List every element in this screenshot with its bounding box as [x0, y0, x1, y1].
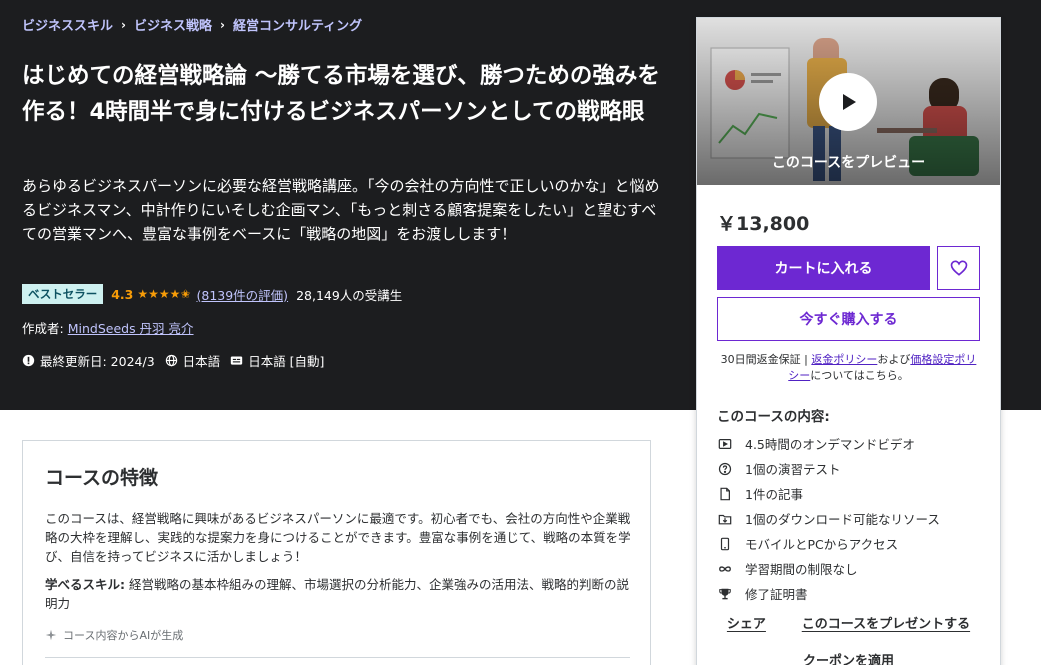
breadcrumb-item-management-consulting[interactable]: 経営コンサルティング — [233, 15, 362, 34]
globe-icon — [165, 354, 177, 367]
infinity-icon — [717, 561, 733, 577]
students-count: 28,149人の受講生 — [296, 287, 403, 303]
purchase-card: このコースをプレビュー ￥13,800 カートに入れる 今すぐ購入する 30日間… — [696, 17, 1001, 665]
course-meta: 最終更新日: 2024/3 日本語 日本語 [自動] — [22, 351, 334, 370]
ai-generated-note: コース内容からAIが生成 — [45, 627, 183, 643]
course-features-box: コースの特徴 このコースは、経営戦略に興味があるビジネスパーソンに最適です。初心… — [22, 440, 651, 665]
play-icon — [843, 94, 856, 110]
closed-caption-icon — [231, 356, 243, 365]
skills-list: 経営戦略の基本枠組みの理解、市場選択の分析能力、企業強みの活用法、戦略的判断の説… — [45, 577, 629, 611]
reviews-link[interactable]: (8139件の評価) — [196, 285, 288, 304]
last-updated: 最終更新日: 2024/3 — [22, 351, 155, 370]
price: ￥13,800 — [717, 213, 810, 235]
includes-list: 4.5時間のオンデマンドビデオ 1個の演習テスト 1件の記事 1個のダウンロード… — [717, 431, 987, 606]
course-subtitle: あらゆるビジネスパーソンに必要な経営戦略講座。「今の会社の方向性で正しいのかな」… — [22, 177, 660, 243]
author-row: 作成者: MindSeeds 丹羽 亮介 — [22, 318, 194, 337]
trophy-icon — [717, 586, 733, 602]
skills-label: 学べるスキル: — [45, 577, 125, 592]
list-item: 1個のダウンロード可能なリソース — [717, 506, 987, 531]
features-title: コースの特徴 — [45, 467, 159, 489]
download-icon — [717, 511, 733, 527]
language: 日本語 — [165, 351, 220, 370]
list-item: 修了証明書 — [717, 581, 987, 606]
apply-coupon-button[interactable]: クーポンを適用 — [697, 650, 1000, 665]
list-item: 1個の演習テスト — [717, 456, 987, 481]
divider — [45, 657, 630, 658]
sparkle-icon — [45, 629, 57, 641]
rating-row: ベストセラー 4.3 ★★★★✬ (8139件の評価) 28,149人の受講生 — [22, 284, 402, 304]
gift-course-button[interactable]: このコースをプレゼントする — [802, 613, 970, 632]
preview-label: このコースをプレビュー — [771, 155, 926, 171]
add-to-cart-button[interactable]: カートに入れる — [717, 246, 930, 290]
list-item: 学習期間の制限なし — [717, 556, 987, 581]
buy-now-button[interactable]: 今すぐ購入する — [717, 297, 980, 341]
bestseller-badge: ベストセラー — [22, 284, 104, 304]
course-preview[interactable]: このコースをプレビュー — [697, 18, 1000, 185]
chevron-right-icon: › — [219, 17, 225, 32]
list-item: モバイルとPCからアクセス — [717, 531, 987, 556]
chevron-right-icon: › — [121, 17, 126, 32]
heart-icon — [950, 260, 967, 276]
breadcrumb: ビジネススキル › ビジネス戦略 › 経営コンサルティング — [22, 15, 362, 35]
quiz-icon — [717, 461, 733, 477]
rating-value: 4.3 — [111, 286, 134, 302]
author-link[interactable]: MindSeeds 丹羽 亮介 — [68, 321, 194, 336]
share-button[interactable]: シェア — [727, 613, 766, 632]
share-row: シェア このコースをプレゼントする — [697, 613, 1000, 632]
captions: 日本語 [自動] — [230, 351, 324, 370]
article-icon — [717, 486, 733, 502]
course-title: はじめての経営戦略論 ～勝てる市場を選び、勝つための強みを作る！4時間半で身に付… — [22, 63, 660, 125]
list-item: 1件の記事 — [717, 481, 987, 506]
mobile-icon — [717, 536, 733, 552]
features-description: このコースは、経営戦略に興味があるビジネスパーソンに最適です。初心者でも、会社の… — [45, 511, 631, 564]
refund-policy-link[interactable]: 返金ポリシー — [811, 353, 877, 366]
alert-badge-icon — [22, 354, 35, 367]
author-label: 作成者: — [22, 321, 64, 336]
includes-title: このコースの内容: — [717, 409, 830, 425]
guarantee-text: 30日間返金保証 | 返金ポリシーおよび価格設定ポリシーについてはこちら。 — [720, 353, 977, 382]
list-item: 4.5時間のオンデマンドビデオ — [717, 431, 987, 456]
breadcrumb-item-business-skills[interactable]: ビジネススキル — [22, 15, 113, 34]
wishlist-button[interactable] — [937, 246, 980, 290]
video-icon — [717, 436, 733, 452]
play-button[interactable] — [819, 73, 877, 131]
breadcrumb-item-business-strategy[interactable]: ビジネス戦略 — [134, 15, 212, 34]
star-rating-icon: ★★★★✬ — [137, 287, 191, 301]
skills-text: 学べるスキル: 経営戦略の基本枠組みの理解、市場選択の分析能力、企業強みの活用法… — [45, 575, 635, 613]
